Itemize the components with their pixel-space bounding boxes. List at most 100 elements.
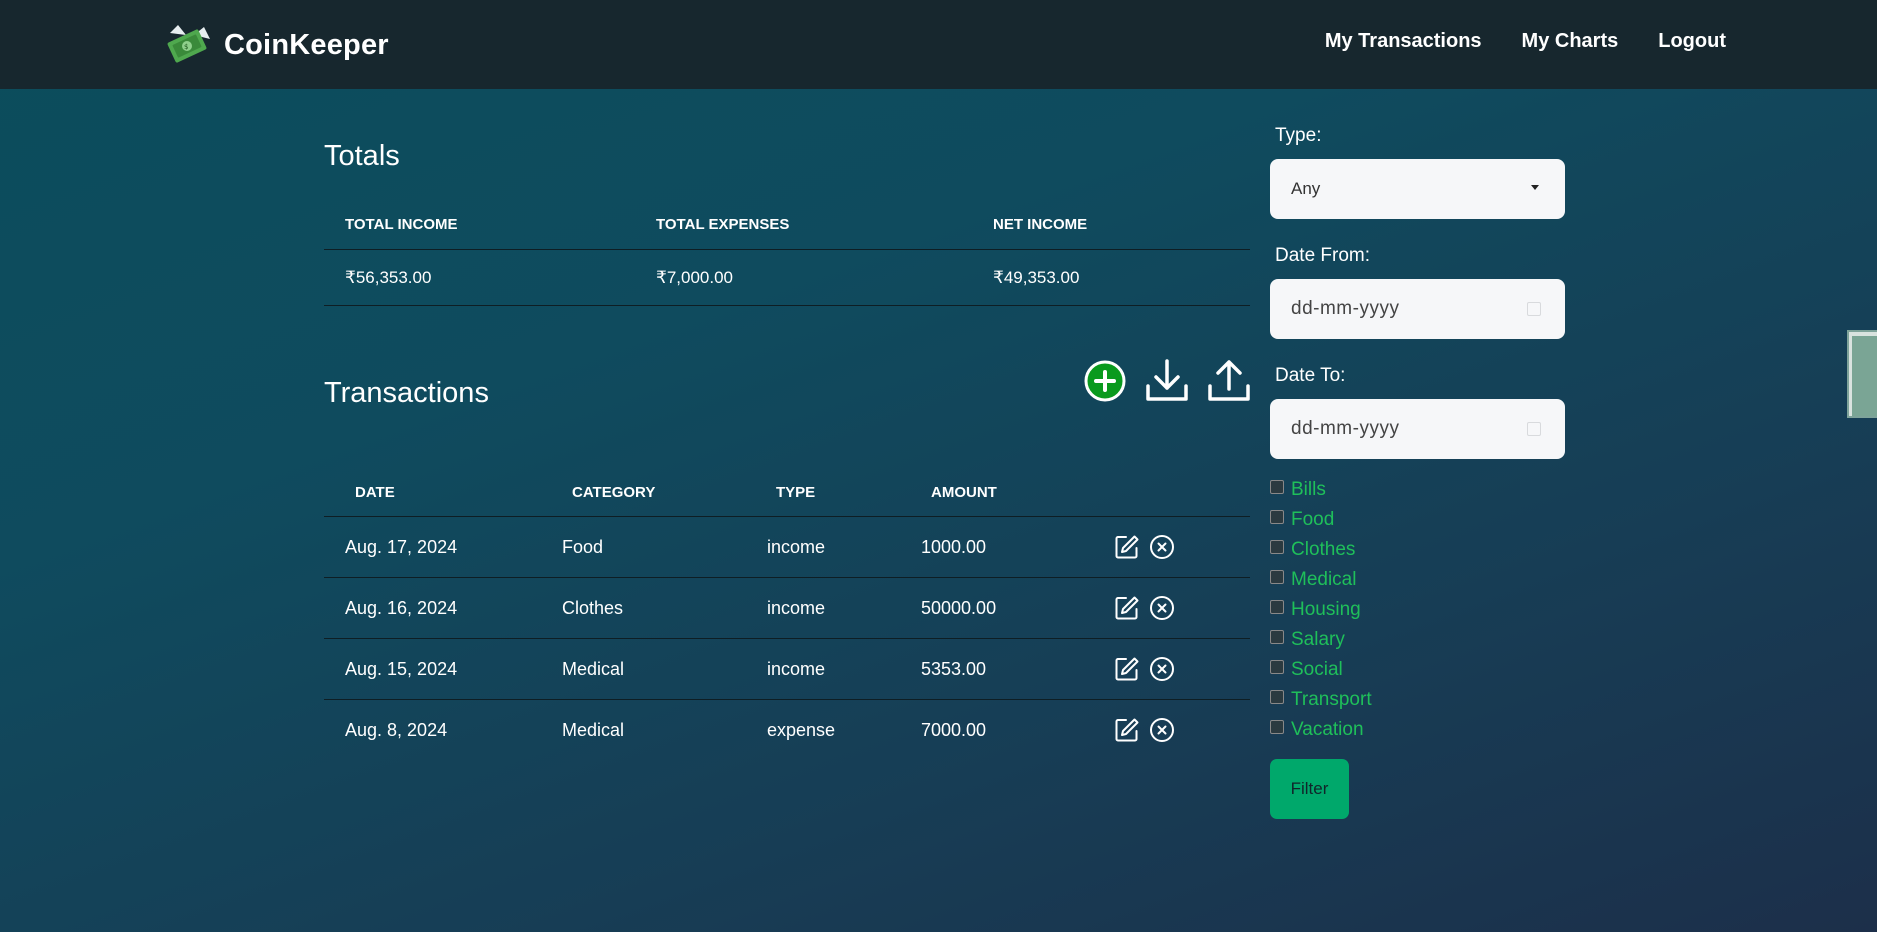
row-amount: 50000.00 <box>921 598 997 618</box>
category-checkbox-list: Bills Food Clothes Medical Housing Salar… <box>1270 475 1372 745</box>
edit-icon <box>1115 596 1139 620</box>
category-item-vacation: Vacation <box>1270 715 1372 745</box>
upload-icon <box>1208 360 1250 401</box>
type-select-value: Any <box>1291 179 1321 198</box>
nav-my-transactions[interactable]: My Transactions <box>1325 30 1482 53</box>
checkbox-vacation[interactable] <box>1270 720 1284 734</box>
amount-header[interactable]: AMOUNT <box>931 484 997 501</box>
navbar: $ CoinKeeper My Transactions My Charts L… <box>0 0 1877 89</box>
checkbox-transport[interactable] <box>1270 690 1284 704</box>
type-header[interactable]: TYPE <box>776 484 815 501</box>
total-income-value: ₹56,353.00 <box>345 268 432 287</box>
total-expenses-value: ₹7,000.00 <box>656 268 733 287</box>
filter-button[interactable]: Filter <box>1270 759 1349 819</box>
total-expenses-header: TOTAL EXPENSES <box>656 216 790 233</box>
date-from-label: Date From: <box>1275 245 1371 266</box>
row-type: income <box>767 598 826 618</box>
edit-icon <box>1115 535 1139 559</box>
side-extension-tab[interactable] <box>1847 330 1877 418</box>
net-income-value: ₹49,353.00 <box>993 268 1080 287</box>
close-circle-icon <box>1150 718 1174 742</box>
category-label[interactable]: Salary <box>1291 629 1345 651</box>
row-category: Food <box>562 537 604 557</box>
close-circle-icon <box>1150 657 1174 681</box>
row-type: income <box>767 659 826 679</box>
table-row: Aug. 15, 2024 Medical income 5353.00 <box>324 639 1250 700</box>
delete-button[interactable] <box>1149 594 1175 622</box>
close-circle-icon <box>1150 535 1174 559</box>
edit-icon <box>1115 718 1139 742</box>
extension-icon <box>1852 336 1877 416</box>
add-transaction-button[interactable] <box>1083 358 1127 404</box>
edit-button[interactable] <box>1114 655 1140 683</box>
edit-button[interactable] <box>1114 594 1140 622</box>
download-button[interactable] <box>1145 358 1189 404</box>
nav-my-charts[interactable]: My Charts <box>1522 30 1619 53</box>
delete-button[interactable] <box>1149 716 1175 744</box>
date-to-placeholder: dd-mm-yyyy <box>1291 418 1400 439</box>
category-item-housing: Housing <box>1270 595 1372 625</box>
category-item-salary: Salary <box>1270 625 1372 655</box>
upload-button[interactable] <box>1207 358 1251 404</box>
nav-logout[interactable]: Logout <box>1658 30 1726 53</box>
date-from-placeholder: dd-mm-yyyy <box>1291 298 1400 319</box>
nav-links: My Transactions My Charts Logout <box>1325 30 1726 53</box>
type-select[interactable]: Any <box>1270 159 1565 219</box>
transactions-title: Transactions <box>324 377 489 409</box>
date-header[interactable]: DATE <box>355 484 395 501</box>
row-actions <box>1114 594 1175 622</box>
category-label[interactable]: Housing <box>1291 599 1361 621</box>
close-circle-icon <box>1150 596 1174 620</box>
checkbox-clothes[interactable] <box>1270 540 1284 554</box>
category-item-social: Social <box>1270 655 1372 685</box>
row-amount: 5353.00 <box>921 659 987 679</box>
chevron-down-icon <box>1531 185 1539 190</box>
brand[interactable]: $ CoinKeeper <box>164 22 389 68</box>
transaction-actions <box>1083 358 1251 404</box>
money-logo-icon: $ <box>167 25 210 63</box>
checkbox-housing[interactable] <box>1270 600 1284 614</box>
table-row: Aug. 16, 2024 Clothes income 50000.00 <box>324 578 1250 639</box>
category-item-bills: Bills <box>1270 475 1372 505</box>
row-type: expense <box>767 720 836 740</box>
row-amount: 1000.00 <box>921 537 987 557</box>
category-label[interactable]: Transport <box>1291 689 1372 711</box>
date-to-input[interactable]: dd-mm-yyyy <box>1270 399 1565 459</box>
edit-icon <box>1115 657 1139 681</box>
checkbox-food[interactable] <box>1270 510 1284 524</box>
category-item-medical: Medical <box>1270 565 1372 595</box>
edit-button[interactable] <box>1114 533 1140 561</box>
calendar-icon[interactable] <box>1527 302 1541 316</box>
category-label[interactable]: Food <box>1291 509 1334 531</box>
delete-button[interactable] <box>1149 533 1175 561</box>
checkbox-social[interactable] <box>1270 660 1284 674</box>
checkbox-bills[interactable] <box>1270 480 1284 494</box>
total-income-header: TOTAL INCOME <box>345 216 458 233</box>
checkbox-medical[interactable] <box>1270 570 1284 584</box>
row-category: Medical <box>562 720 625 740</box>
category-label[interactable]: Bills <box>1291 479 1326 501</box>
checkbox-salary[interactable] <box>1270 630 1284 644</box>
row-actions <box>1114 655 1175 683</box>
row-date: Aug. 17, 2024 <box>345 537 458 557</box>
download-icon <box>1146 359 1188 401</box>
row-type: income <box>767 537 826 557</box>
category-label[interactable]: Medical <box>1291 569 1356 591</box>
category-header[interactable]: CATEGORY <box>572 484 655 501</box>
delete-button[interactable] <box>1149 655 1175 683</box>
totals-header-row: TOTAL INCOME TOTAL EXPENSES NET INCOME <box>324 202 1250 250</box>
type-label: Type: <box>1275 125 1322 146</box>
category-item-transport: Transport <box>1270 685 1372 715</box>
row-date: Aug. 15, 2024 <box>345 659 458 679</box>
row-date: Aug. 8, 2024 <box>345 720 448 740</box>
date-to-label: Date To: <box>1275 365 1346 386</box>
row-category: Medical <box>562 659 625 679</box>
category-label[interactable]: Social <box>1291 659 1343 681</box>
table-row: Aug. 8, 2024 Medical expense 7000.00 <box>324 700 1250 761</box>
edit-button[interactable] <box>1114 716 1140 744</box>
date-from-input[interactable]: dd-mm-yyyy <box>1270 279 1565 339</box>
calendar-icon[interactable] <box>1527 422 1541 436</box>
category-item-clothes: Clothes <box>1270 535 1372 565</box>
category-label[interactable]: Clothes <box>1291 539 1355 561</box>
category-label[interactable]: Vacation <box>1291 719 1364 741</box>
